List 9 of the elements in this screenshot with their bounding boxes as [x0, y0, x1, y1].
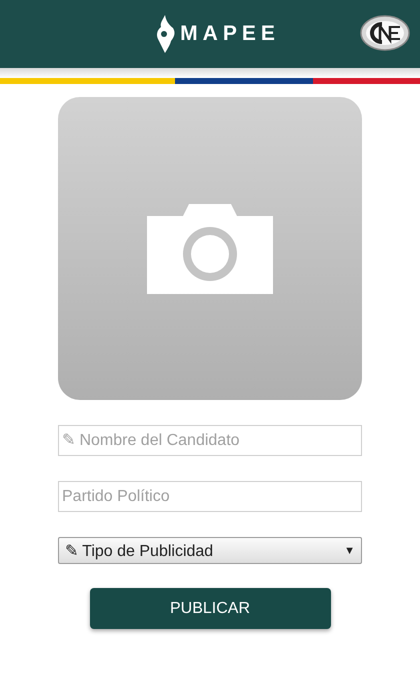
camera-icon: [147, 204, 273, 294]
text-field[interactable]: ✎ Nombre del Candidato: [58, 425, 362, 456]
photo-placeholder[interactable]: [58, 97, 362, 400]
emblem-icon: [360, 15, 410, 51]
text-field[interactable]: Partido Político: [58, 481, 362, 512]
publish-button[interactable]: PUBLICAR: [90, 588, 330, 629]
app-name: MAPEE: [180, 22, 280, 46]
map-logo-icon: [156, 15, 176, 53]
publicity-type-select[interactable]: ✎ Tipo de Publicidad ▼: [58, 537, 362, 564]
